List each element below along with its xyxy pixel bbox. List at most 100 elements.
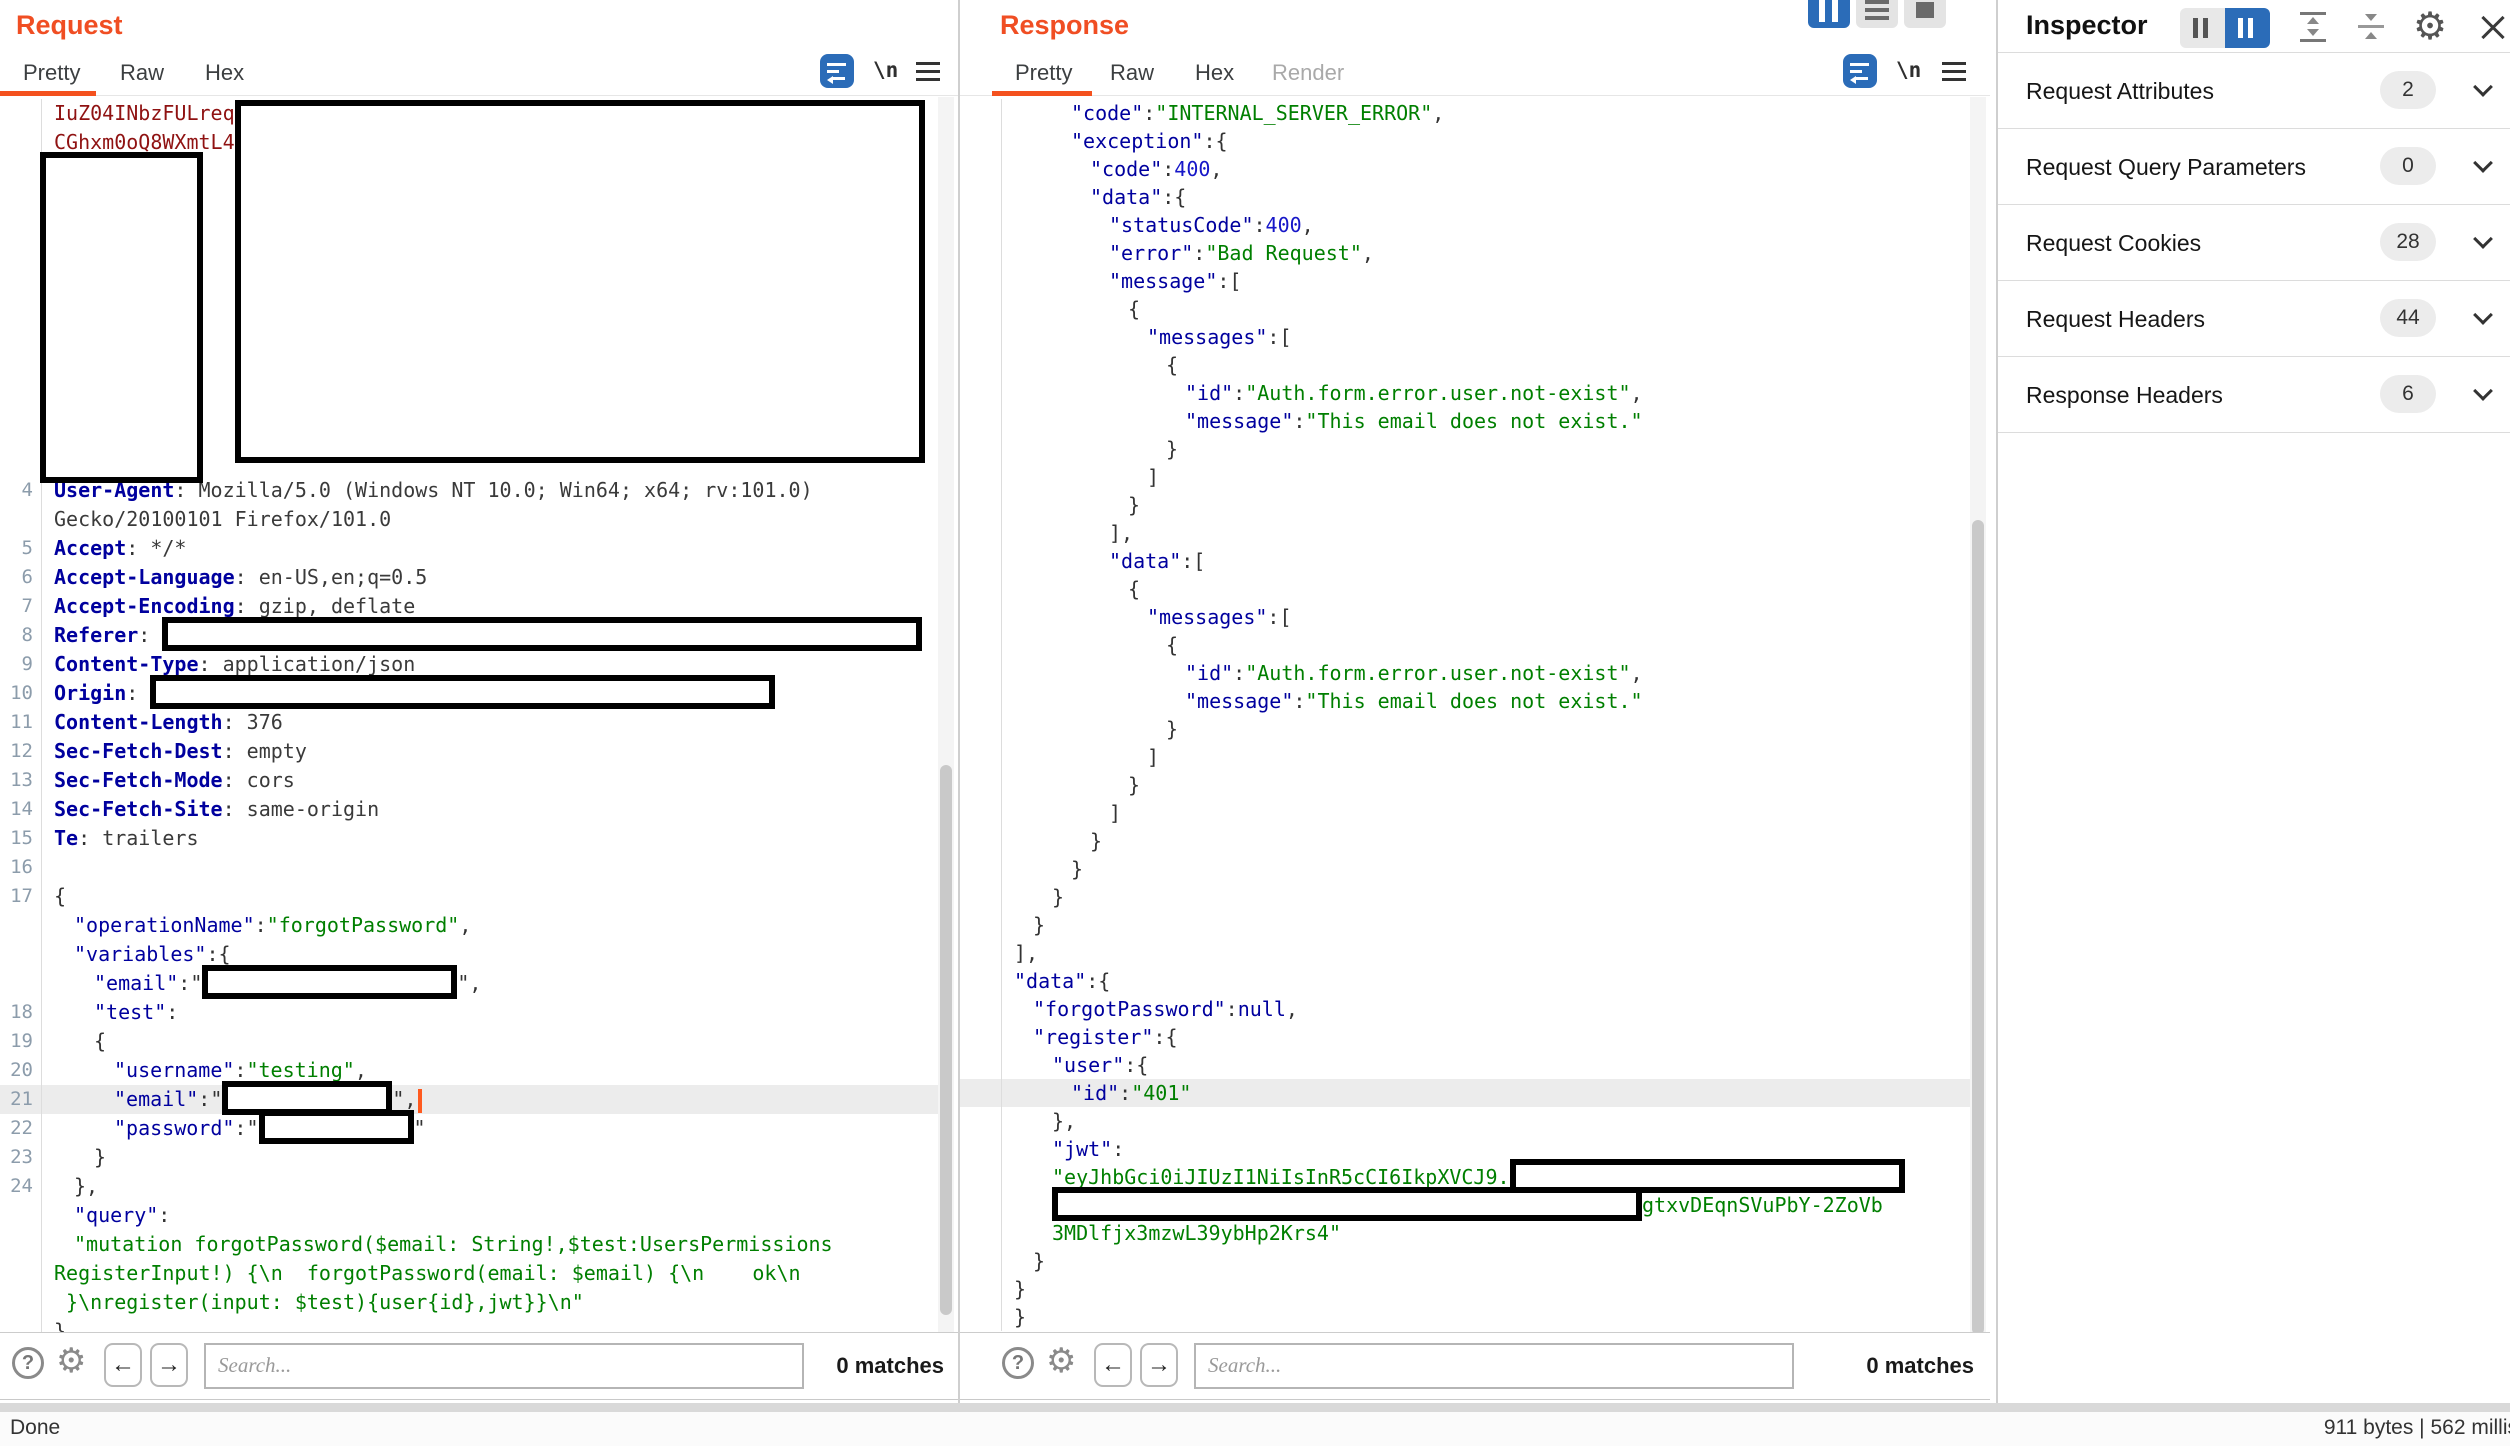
- request-tab-hex[interactable]: Hex: [205, 60, 244, 86]
- line-number: [960, 575, 1002, 603]
- layout-columns-button[interactable]: [1808, 0, 1850, 28]
- redaction-box: [1052, 1187, 1642, 1221]
- line-number: [960, 323, 1002, 351]
- editor-menu-icon[interactable]: [916, 62, 940, 86]
- code-line: "mutation forgotPassword($email: String!…: [0, 1230, 938, 1259]
- code-line: gtxvDEqnSVuPbY-2ZoVb: [960, 1191, 1970, 1219]
- code-line: }: [960, 883, 1970, 911]
- chevron-down-icon[interactable]: [2473, 77, 2493, 97]
- line-number: 11: [0, 708, 42, 737]
- line-number: 21: [0, 1085, 42, 1114]
- code-line: }: [960, 1275, 1970, 1303]
- search-next-button[interactable]: →: [150, 1343, 188, 1387]
- help-icon[interactable]: ?: [1002, 1347, 1034, 1379]
- code-line: },: [960, 1107, 1970, 1135]
- code-line: "code":400,: [960, 155, 1970, 183]
- line-number: [0, 99, 42, 128]
- code-line: 13Sec-Fetch-Mode: cors: [0, 766, 938, 795]
- redaction-box: [150, 675, 775, 709]
- chevron-down-icon[interactable]: [2473, 153, 2493, 173]
- response-title: Response: [1000, 10, 1129, 41]
- line-number: [960, 911, 1002, 939]
- line-number: [960, 351, 1002, 379]
- search-prev-button[interactable]: ←: [104, 1343, 142, 1387]
- inspector-section-count-badge: 44: [2380, 299, 2436, 337]
- line-number: 15: [0, 824, 42, 853]
- wrap-lines-icon[interactable]: [820, 54, 854, 88]
- response-tab-raw[interactable]: Raw: [1110, 60, 1154, 86]
- line-number: [960, 827, 1002, 855]
- redaction-box: [40, 152, 203, 483]
- inspector-settings-gear-icon[interactable]: ⚙: [2413, 4, 2447, 49]
- response-panel: Response Pretty Raw Hex Render \n "code"…: [960, 0, 1990, 1403]
- search-prev-button[interactable]: ←: [1094, 1343, 1132, 1387]
- code-line: 18"test":: [0, 998, 938, 1027]
- chevron-down-icon[interactable]: [2473, 229, 2493, 249]
- line-number: 13: [0, 766, 42, 795]
- wrap-lines-icon[interactable]: [1843, 54, 1877, 88]
- request-search-input[interactable]: [204, 1343, 804, 1389]
- editor-menu-icon[interactable]: [1942, 62, 1966, 86]
- inspector-section-label: Request Query Parameters: [2026, 154, 2306, 181]
- code-line: 19{: [0, 1027, 938, 1056]
- response-code-editor[interactable]: "code":"INTERNAL_SERVER_ERROR","exceptio…: [960, 99, 1970, 1332]
- request-tab-pretty[interactable]: Pretty: [23, 60, 80, 86]
- line-number: 7: [0, 592, 42, 621]
- code-line: ]: [960, 463, 1970, 491]
- line-number: [960, 771, 1002, 799]
- code-line: 5Accept: */*: [0, 534, 938, 563]
- code-line: }\nregister(input: $test){user{id},jwt}}…: [0, 1288, 938, 1317]
- line-number: [960, 743, 1002, 771]
- line-number: [960, 99, 1002, 127]
- search-next-button[interactable]: →: [1140, 1343, 1178, 1387]
- code-line: 24},: [0, 1172, 938, 1201]
- line-number: [0, 331, 42, 360]
- line-number: [0, 273, 42, 302]
- line-number: 20: [0, 1056, 42, 1085]
- response-tab-hex[interactable]: Hex: [1195, 60, 1234, 86]
- chevron-down-icon[interactable]: [2473, 305, 2493, 325]
- line-number: [0, 244, 42, 273]
- request-tab-raw[interactable]: Raw: [120, 60, 164, 86]
- layout-single-button[interactable]: [1904, 0, 1946, 28]
- line-number: 16: [0, 853, 42, 882]
- code-line: "user":{: [960, 1051, 1970, 1079]
- inspector-section-label: Request Attributes: [2026, 78, 2214, 105]
- expand-all-icon[interactable]: [2300, 12, 2326, 42]
- inspector-section-count-badge: 28: [2380, 223, 2436, 261]
- response-scrollbar[interactable]: [1970, 97, 1986, 1332]
- response-tab-pretty[interactable]: Pretty: [1015, 60, 1072, 86]
- code-line: }: [960, 911, 1970, 939]
- inspector-dock-left-button[interactable]: [2180, 8, 2225, 48]
- request-scrollbar[interactable]: [938, 97, 954, 1332]
- line-number: [960, 491, 1002, 519]
- line-number: [0, 1230, 42, 1259]
- app-window: Request Pretty Raw Hex \n IuZ04INbzFULre…: [0, 0, 2510, 1446]
- line-number: [0, 505, 42, 534]
- response-tab-render[interactable]: Render: [1272, 60, 1344, 86]
- line-number: 18: [0, 998, 42, 1027]
- close-inspector-icon[interactable]: [2478, 14, 2506, 42]
- code-line: ]: [960, 799, 1970, 827]
- chevron-down-icon[interactable]: [2473, 381, 2493, 401]
- line-number: [960, 211, 1002, 239]
- code-line: }: [960, 435, 1970, 463]
- search-settings-gear-icon[interactable]: ⚙: [56, 1341, 86, 1381]
- response-search-matches: 0 matches: [1866, 1353, 1974, 1379]
- layout-rows-button[interactable]: [1856, 0, 1898, 28]
- code-line: "data":{: [960, 183, 1970, 211]
- show-newlines-icon[interactable]: \n: [1896, 58, 1921, 82]
- line-number: 19: [0, 1027, 42, 1056]
- code-line: "exception":{: [960, 127, 1970, 155]
- response-search-input[interactable]: [1194, 1343, 1794, 1389]
- code-line: 20"username":"testing",: [0, 1056, 938, 1085]
- line-number: [960, 1191, 1002, 1219]
- show-newlines-icon[interactable]: \n: [873, 58, 898, 82]
- help-icon[interactable]: ?: [12, 1347, 44, 1379]
- collapse-all-icon[interactable]: [2358, 12, 2384, 42]
- inspector-dock-right-button[interactable]: [2225, 8, 2270, 48]
- inspector-section-count-badge: 2: [2380, 71, 2436, 109]
- search-settings-gear-icon[interactable]: ⚙: [1046, 1341, 1076, 1381]
- request-search-matches: 0 matches: [836, 1353, 944, 1379]
- line-number: [960, 603, 1002, 631]
